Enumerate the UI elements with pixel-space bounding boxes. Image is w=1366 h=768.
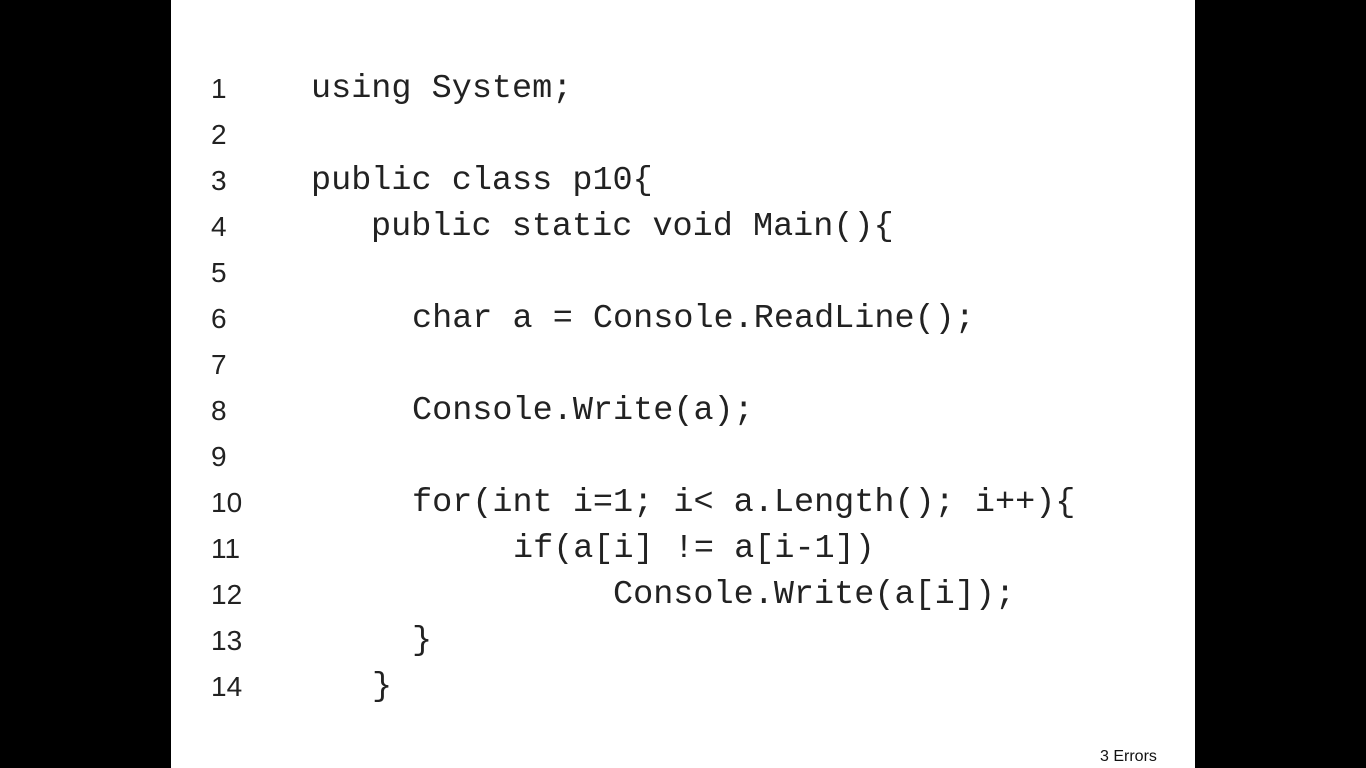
line-number: 13: [211, 625, 243, 656]
code-text: char a = Console.ReadLine();: [412, 300, 975, 338]
line-number: 12: [211, 579, 243, 610]
code-line: 4 public static void Main(){: [171, 204, 1195, 250]
code-text: if(a[i] != a[i-1]): [513, 530, 875, 568]
line-number: 11: [211, 533, 241, 564]
code-line: 6 char a = Console.ReadLine();: [171, 296, 1195, 342]
line-number: 6: [211, 303, 227, 334]
code-text: }: [412, 622, 433, 660]
code-line: 5: [171, 250, 1195, 296]
code-listing: 1 using System; 2 3 public class p10{ 4 …: [171, 66, 1195, 710]
errors-count-label: 3 Errors: [1100, 748, 1157, 765]
line-number: 10: [211, 487, 243, 518]
code-line: 10 for(int i=1; i< a.Length(); i++){: [171, 480, 1195, 526]
code-text: Console.Write(a);: [412, 392, 754, 430]
code-text: public class p10{: [311, 162, 653, 200]
line-number: 5: [211, 257, 227, 288]
code-line: 12 Console.Write(a[i]);: [171, 572, 1195, 618]
line-number: 1: [211, 73, 227, 104]
code-line: 1 using System;: [171, 66, 1195, 112]
code-text: using System;: [311, 70, 573, 108]
code-line: 2: [171, 112, 1195, 158]
code-line: 13 }: [171, 618, 1195, 664]
line-number: 4: [211, 211, 227, 242]
line-number: 8: [211, 395, 227, 426]
line-number: 2: [211, 119, 227, 150]
code-text: Console.Write(a[i]);: [613, 576, 1016, 614]
code-text: }: [372, 668, 393, 706]
presentation-background: 1 using System; 2 3 public class p10{ 4 …: [0, 0, 1366, 768]
line-number: 7: [211, 349, 227, 380]
line-number: 9: [211, 441, 227, 472]
code-line: 11 if(a[i] != a[i-1]): [171, 526, 1195, 572]
line-number: 14: [211, 671, 243, 702]
code-line: 8 Console.Write(a);: [171, 388, 1195, 434]
line-number: 3: [211, 165, 227, 196]
code-line: 3 public class p10{: [171, 158, 1195, 204]
code-text: for(int i=1; i< a.Length(); i++){: [412, 484, 1076, 522]
slide: 1 using System; 2 3 public class p10{ 4 …: [171, 0, 1195, 768]
code-line: 9: [171, 434, 1195, 480]
code-line: 7: [171, 342, 1195, 388]
code-text: public static void Main(){: [371, 208, 894, 246]
code-line: 14 }: [171, 664, 1195, 710]
